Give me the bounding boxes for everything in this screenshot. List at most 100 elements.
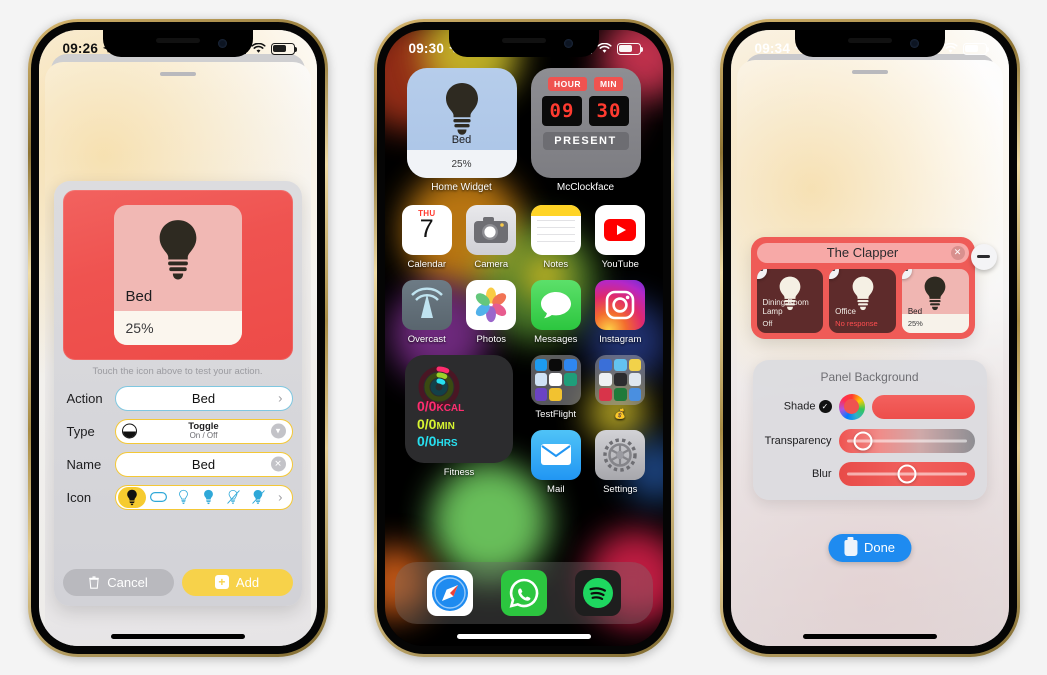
front-camera: [217, 38, 227, 48]
slider-knob[interactable]: [897, 464, 916, 483]
app-photos[interactable]: Photos: [463, 279, 520, 345]
phone3-screen: The Clapper ✕ Dining Room Lamp Off Offic…: [730, 29, 1009, 646]
home-indicator[interactable]: [110, 633, 245, 639]
notch: [794, 29, 945, 57]
done-button[interactable]: Done: [827, 533, 912, 562]
safari-compass-icon[interactable]: [426, 569, 473, 616]
app-overcast[interactable]: Overcast: [399, 279, 456, 345]
phone-homescreen: Bed 25% Home Widget HOUR MIN 09 30 PRESE…: [373, 18, 674, 657]
clear-circle-icon[interactable]: ✕: [270, 456, 286, 472]
folder-testflight[interactable]: TestFlight: [528, 354, 585, 420]
fitness-tile[interactable]: 0/0KCAL 0/0MIN 0/0HRS: [405, 354, 513, 463]
icon-choice-lightbulb-filled[interactable]: [117, 486, 146, 508]
name-input[interactable]: Bed ✕: [114, 451, 293, 477]
notes-icon[interactable]: [530, 204, 581, 255]
overcast-icon[interactable]: [401, 279, 452, 330]
action-preview-tile[interactable]: Bed 25%: [62, 189, 293, 360]
messages-icon[interactable]: [530, 279, 581, 330]
check-circle-icon[interactable]: ✓: [818, 400, 832, 413]
icon-choice-lightbulb-slash-outline[interactable]: [221, 487, 246, 508]
safari-glyph: [431, 574, 468, 611]
front-camera: [909, 38, 919, 48]
min-display[interactable]: 30: [589, 95, 629, 126]
minimize-button[interactable]: [970, 243, 997, 270]
panel-editor-sheet: The Clapper ✕ Dining Room Lamp Off Offic…: [736, 59, 1003, 646]
hour-display[interactable]: 09: [542, 95, 582, 126]
chevron-down-circle-icon[interactable]: ▾: [270, 423, 286, 439]
shade-color-swatch[interactable]: [871, 394, 975, 419]
spotify-icon[interactable]: [574, 569, 621, 616]
blur-slider[interactable]: [838, 461, 975, 486]
home-widget-tile[interactable]: Bed 25%: [406, 67, 517, 178]
folder-label: 💰: [614, 408, 627, 420]
sheet-grabber[interactable]: [851, 69, 888, 74]
app-calendar[interactable]: THU 7 Calendar: [399, 204, 456, 270]
transparency-slider[interactable]: [838, 428, 975, 453]
clapper-panel[interactable]: The Clapper ✕ Dining Room Lamp Off Offic…: [750, 236, 975, 339]
app-camera[interactable]: Camera: [463, 204, 520, 270]
add-button[interactable]: + Add: [181, 568, 293, 596]
widget-home[interactable]: Bed 25% Home Widget: [406, 67, 517, 193]
battery-icon: [270, 42, 297, 55]
clapper-item[interactable]: Bed 25%: [901, 268, 969, 333]
setting-shade: Shade ✓: [765, 393, 975, 420]
app-grid-row1: THU 7 Calendar Camera Notes YouTube Over…: [399, 204, 649, 495]
widget-mcclockface[interactable]: HOUR MIN 09 30 PRESENT McClockface: [530, 67, 641, 193]
whatsapp-icon[interactable]: [500, 569, 547, 616]
icon-picker-more-chevron-icon[interactable]: ›: [278, 490, 282, 505]
hour-tag: HOUR: [547, 76, 587, 91]
min-tag: MIN: [593, 76, 624, 91]
widget-row: Bed 25% Home Widget HOUR MIN 09 30 PRESE…: [399, 67, 649, 193]
photos-icon[interactable]: [466, 279, 517, 330]
field-type: Type Toggle On / Off ▾: [63, 418, 293, 444]
photos-flower-glyph: [476, 287, 507, 322]
folder-icon[interactable]: [530, 354, 581, 405]
app-mail[interactable]: Mail: [528, 429, 585, 495]
calendar-icon[interactable]: THU 7: [401, 204, 452, 255]
app-instagram[interactable]: Instagram: [592, 279, 649, 345]
clapper-item[interactable]: Dining Room Lamp Off: [756, 268, 824, 333]
close-circle-icon[interactable]: ✕: [950, 245, 965, 260]
mcclockface-tile[interactable]: HOUR MIN 09 30 PRESENT: [530, 67, 641, 178]
slider-knob[interactable]: [853, 431, 873, 450]
minus-circle-icon[interactable]: [829, 268, 840, 279]
app-notes[interactable]: Notes: [528, 204, 585, 270]
app-settings[interactable]: Settings: [592, 429, 649, 495]
folder-money[interactable]: 💰: [592, 354, 649, 420]
instagram-icon[interactable]: [595, 279, 646, 330]
app-label: Photos: [476, 333, 507, 345]
mail-icon[interactable]: [530, 429, 581, 480]
app-youtube[interactable]: YouTube: [592, 204, 649, 270]
icon-choice-lightbulb-slash-filled[interactable]: [246, 487, 271, 508]
minus-circle-icon[interactable]: [756, 268, 767, 279]
phone1-screen: Bed 25% Touch the icon above to test you…: [38, 29, 317, 646]
settings-gear-icon[interactable]: [595, 429, 646, 480]
icon-choice-capsule[interactable]: [146, 487, 171, 508]
camera-icon[interactable]: [466, 204, 517, 255]
phone-editor: Bed 25% Touch the icon above to test you…: [27, 18, 328, 657]
lightbulb-slash-outline-icon: [226, 489, 240, 504]
cancel-label: Cancel: [107, 574, 148, 590]
minus-circle-icon[interactable]: [901, 268, 912, 279]
app-messages[interactable]: Messages: [528, 279, 585, 345]
home-indicator[interactable]: [802, 633, 937, 639]
cancel-button[interactable]: Cancel: [62, 568, 174, 596]
icon-choice-lightbulb-filled-blue[interactable]: [196, 487, 221, 508]
clapper-title-bar[interactable]: The Clapper ✕: [756, 242, 969, 263]
preview-card[interactable]: Bed 25%: [113, 204, 242, 345]
color-wheel-button[interactable]: [838, 393, 865, 420]
clapper-item[interactable]: Office No response: [829, 268, 896, 333]
preview-percent: 25%: [125, 319, 154, 336]
field-action-control[interactable]: Bed ›: [114, 385, 293, 411]
home-indicator[interactable]: [456, 633, 591, 639]
sheet-grabber[interactable]: [159, 71, 196, 76]
icon-choice-lightbulb-outline[interactable]: [171, 487, 196, 508]
youtube-icon[interactable]: [595, 204, 646, 255]
field-type-control[interactable]: Toggle On / Off ▾: [114, 418, 293, 444]
icon-picker[interactable]: ›: [114, 484, 293, 510]
phone2-screen: Bed 25% Home Widget HOUR MIN 09 30 PRESE…: [384, 29, 663, 646]
widget-fitness[interactable]: 0/0KCAL 0/0MIN 0/0HRS Fitness: [399, 354, 520, 495]
present-button[interactable]: PRESENT: [542, 131, 629, 150]
folder-icon[interactable]: [595, 354, 646, 405]
field-name-value: Bed: [191, 456, 216, 472]
